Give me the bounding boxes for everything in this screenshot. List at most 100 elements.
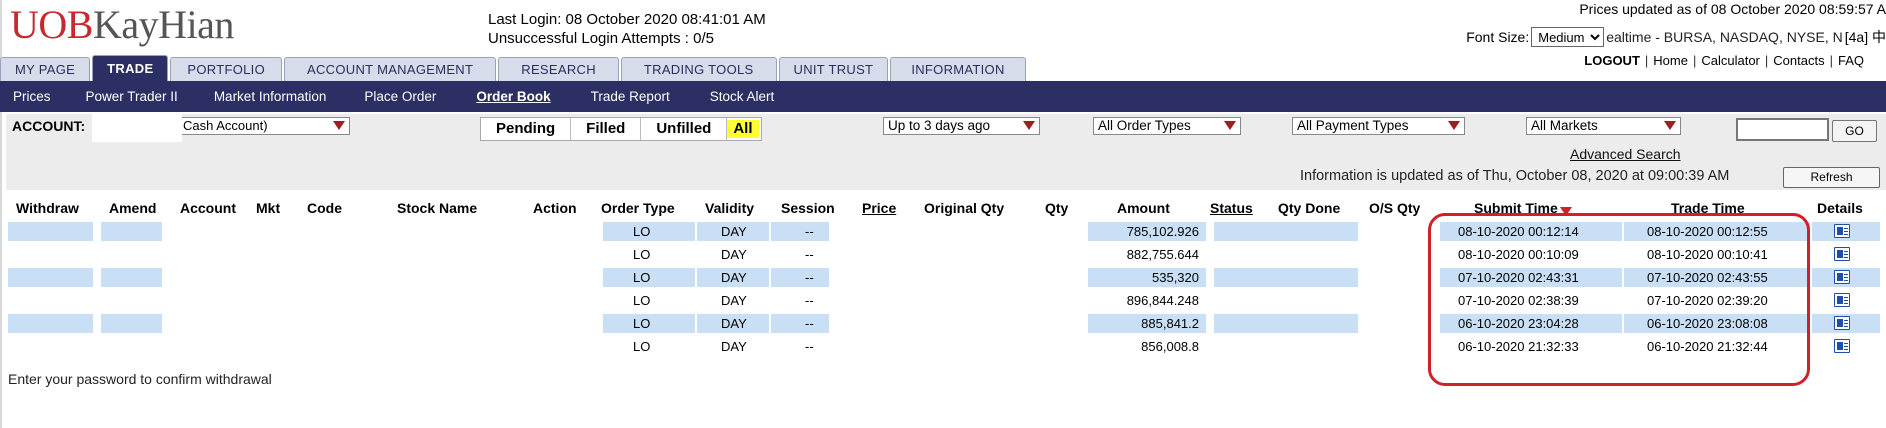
- tab-research[interactable]: RESEARCH: [498, 57, 619, 81]
- col-header-original-qty: Original Qty: [924, 200, 1005, 216]
- prices-updated-text: Prices updated as of 08 October 2020 08:…: [1579, 1, 1886, 17]
- cell-validity: DAY: [721, 247, 747, 262]
- col-header-status[interactable]: Status: [1210, 200, 1253, 216]
- advanced-search-link[interactable]: Advanced Search: [1570, 146, 1681, 162]
- status-tab-filled[interactable]: Filled: [571, 118, 642, 140]
- details-icon[interactable]: [1834, 293, 1850, 307]
- home-link[interactable]: Home: [1653, 53, 1688, 68]
- col-header-price[interactable]: Price: [862, 200, 896, 216]
- realtime-suffix[interactable]: [4a] 中: [1845, 27, 1886, 47]
- cell-order-type: LO: [633, 224, 651, 239]
- cell-validity: DAY: [721, 270, 747, 285]
- subnav-stock-alert[interactable]: Stock Alert: [710, 89, 775, 104]
- account-label: ACCOUNT:: [12, 118, 86, 134]
- cell-amount: 885,841.2: [1141, 316, 1199, 331]
- col-header-mkt: Mkt: [256, 200, 281, 216]
- link-separator: |: [1829, 53, 1833, 68]
- status-tab-pending[interactable]: Pending: [481, 118, 572, 140]
- account-redaction: [92, 114, 182, 142]
- withdraw-password-prompt: Enter your password to confirm withdrawa…: [8, 371, 272, 387]
- col-header-os-qty: O/S Qty: [1369, 200, 1421, 216]
- tab-portfolio[interactable]: PORTFOLIO: [170, 57, 283, 81]
- tab-trading-tools[interactable]: TRADING TOOLS: [620, 57, 777, 81]
- market-select[interactable]: All Markets: [1526, 117, 1681, 135]
- login-info: Last Login: 08 October 2020 08:41:01 AM …: [488, 10, 766, 48]
- row-highlight: [771, 314, 829, 333]
- tab-my-page[interactable]: MY PAGE: [0, 57, 91, 81]
- col-header-code: Code: [307, 200, 342, 216]
- unsuccessful-attempts-text: Unsuccessful Login Attempts : 0/5: [488, 30, 714, 47]
- cell-amount: 535,320: [1152, 270, 1199, 285]
- search-input[interactable]: [1736, 118, 1829, 141]
- contacts-link[interactable]: Contacts: [1773, 53, 1824, 68]
- font-size-row: Font Size: Medium ealtime - BURSA, NASDA…: [1466, 27, 1886, 47]
- order-type-select[interactable]: All Order Types: [1093, 117, 1241, 135]
- cell-session: --: [805, 224, 814, 239]
- cell-validity: DAY: [721, 316, 747, 331]
- subnav-place-order[interactable]: Place Order: [364, 89, 436, 104]
- tab-trade[interactable]: TRADE: [92, 55, 169, 81]
- go-button[interactable]: GO: [1832, 120, 1877, 142]
- subnav-market-information[interactable]: Market Information: [214, 89, 327, 104]
- logo-kayhian: KayHian: [92, 2, 234, 47]
- payment-type-select[interactable]: All Payment Types: [1292, 117, 1465, 135]
- uob-kayhian-logo[interactable]: UOBKayHian: [10, 2, 234, 48]
- details-icon[interactable]: [1834, 224, 1850, 238]
- col-header-session: Session: [781, 200, 835, 216]
- row-highlight: [1214, 268, 1358, 287]
- subnav-power-trader[interactable]: Power Trader II: [86, 89, 178, 104]
- subnav-trade-report[interactable]: Trade Report: [591, 89, 670, 104]
- date-range-select[interactable]: Up to 3 days ago: [883, 117, 1040, 135]
- tab-unit-trust[interactable]: UNIT TRUST: [778, 57, 889, 81]
- tab-information[interactable]: INFORMATION: [890, 57, 1026, 81]
- col-header-withdraw: Withdraw: [16, 200, 79, 216]
- row-highlight: [8, 222, 93, 241]
- subnav-prices[interactable]: Prices: [13, 89, 51, 104]
- refresh-button[interactable]: Refresh: [1783, 167, 1880, 188]
- dropdown-arrow-icon: [1224, 121, 1236, 130]
- status-tab-unfilled[interactable]: Unfilled: [641, 118, 728, 140]
- cell-amount: 882,755.644: [1126, 247, 1199, 262]
- last-login-text: Last Login: 08 October 2020 08:41:01 AM: [488, 11, 766, 28]
- cell-order-type: LO: [633, 270, 651, 285]
- cell-validity: DAY: [721, 224, 747, 239]
- font-size-select[interactable]: Medium: [1531, 27, 1605, 47]
- dropdown-arrow-icon: [1664, 121, 1676, 130]
- subnav-order-book[interactable]: Order Book: [476, 89, 550, 104]
- cell-amount: 856,008.8: [1141, 339, 1199, 354]
- details-icon[interactable]: [1834, 316, 1850, 330]
- annotation-highlight-box: [1428, 213, 1810, 386]
- cell-order-type: LO: [633, 293, 651, 308]
- cell-session: --: [805, 293, 814, 308]
- col-header-amount: Amount: [1117, 200, 1170, 216]
- cell-order-type: LO: [633, 316, 651, 331]
- status-tab-all[interactable]: All: [727, 120, 759, 138]
- cell-session: --: [805, 316, 814, 331]
- row-highlight: [771, 222, 829, 241]
- cell-session: --: [805, 339, 814, 354]
- row-highlight: [1214, 222, 1358, 241]
- dropdown-arrow-icon: [1448, 121, 1460, 130]
- col-header-action: Action: [533, 200, 577, 216]
- cell-order-type: LO: [633, 339, 651, 354]
- row-highlight: [101, 222, 162, 241]
- logout-link[interactable]: LOGOUT: [1584, 53, 1640, 68]
- col-header-order-type: Order Type: [601, 200, 675, 216]
- tab-account-management[interactable]: ACCOUNT MANAGEMENT: [284, 57, 497, 81]
- row-highlight: [771, 268, 829, 287]
- faq-link[interactable]: FAQ: [1838, 53, 1864, 68]
- dropdown-arrow-icon: [1023, 121, 1035, 130]
- date-range-value: Up to 3 days ago: [888, 118, 991, 133]
- link-separator: |: [1764, 53, 1769, 68]
- order-status-tabs: Pending Filled Unfilled All: [480, 117, 762, 141]
- col-header-account: Account: [180, 200, 236, 216]
- details-icon[interactable]: [1834, 247, 1850, 261]
- cell-amount: 785,102.926: [1126, 224, 1199, 239]
- info-updated-text: Information is updated as of Thu, Octobe…: [1300, 168, 1730, 184]
- market-value: All Markets: [1531, 118, 1598, 133]
- calculator-link[interactable]: Calculator: [1701, 53, 1760, 68]
- top-links: LOGOUT | Home | Calculator | Contacts | FAQ: [1584, 53, 1864, 68]
- details-icon[interactable]: [1834, 270, 1850, 284]
- row-highlight: [1214, 314, 1358, 333]
- details-icon[interactable]: [1834, 339, 1850, 353]
